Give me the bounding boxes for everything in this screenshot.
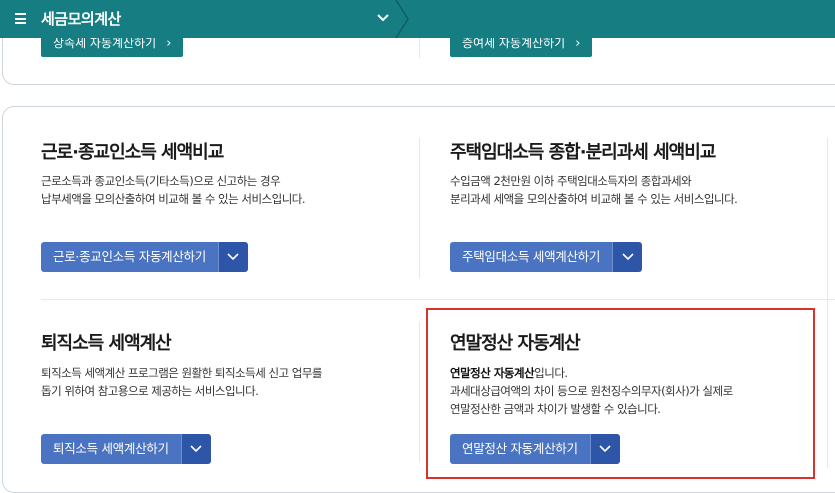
desc-line: 돕기 위하여 참고용으로 제공하는 서비스입니다.: [41, 384, 259, 398]
button-label[interactable]: 주택임대소득 세액계산하기: [450, 242, 613, 272]
desc-line: 수입금액 2천만원 이하 주택임대소득자의 종합과세와: [450, 174, 692, 188]
row-divider: [41, 299, 835, 300]
retirement-calc-button[interactable]: 퇴직소득 세액계산하기: [41, 434, 211, 464]
chevron-down-icon: [190, 445, 202, 453]
section-desc-housing-rental: 수입금액 2천만원 이하 주택임대소득자의 종합과세와 분리과세 세액을 모의산…: [450, 172, 738, 208]
section-desc-retirement: 퇴직소득 세액계산 프로그램은 원활한 퇴직소득세 신고 업무를 돕기 위하여 …: [41, 364, 323, 400]
desc-line: 퇴직소득 세액계산 프로그램은 원활한 퇴직소득세 신고 업무를: [41, 366, 323, 380]
dropdown-toggle[interactable]: [217, 242, 248, 272]
button-label[interactable]: 근로·종교인소득 자동계산하기: [41, 242, 218, 272]
housing-rental-calc-button[interactable]: 주택임대소득 세액계산하기: [450, 242, 643, 272]
inheritance-tax-label: 상속세 자동계산하기: [53, 36, 157, 50]
gift-tax-label: 증여세 자동계산하기: [462, 36, 566, 50]
section-title-housing-rental: 주택임대소득 종합·분리과세 세액비교: [450, 142, 716, 163]
desc-line: 납부세액을 모의산출하여 비교해 볼 수 있는 서비스입니다.: [41, 192, 306, 206]
hamburger-menu-icon[interactable]: [15, 13, 26, 24]
page-title: 세금모의계산: [41, 10, 121, 28]
column-divider: [827, 138, 828, 468]
desc-line: 분리과세 세액을 모의산출하여 비교해 볼 수 있는 서비스입니다.: [450, 192, 738, 206]
chevron-down-icon: [622, 253, 634, 261]
section-title-retirement: 퇴직소득 세액계산: [41, 333, 172, 354]
labor-religious-calc-button[interactable]: 근로·종교인소득 자동계산하기: [41, 242, 248, 272]
dropdown-toggle[interactable]: [612, 242, 643, 272]
chevron-down-icon: [227, 253, 240, 261]
highlight-box: [426, 308, 815, 479]
chevron-down-icon[interactable]: [376, 11, 390, 25]
desc-line: 근로소득과 종교인소득(기타소득)으로 신고하는 경우: [41, 174, 281, 188]
breadcrumb-divider-icon: [395, 0, 409, 38]
column-divider: [419, 138, 420, 278]
section-title-labor-religious: 근로·종교인소득 세액비교: [41, 142, 224, 163]
dropdown-toggle[interactable]: [180, 434, 211, 464]
column-divider: [419, 322, 420, 462]
top-nav-bar: 세금모의계산: [0, 0, 835, 38]
section-desc-labor-religious: 근로소득과 종교인소득(기타소득)으로 신고하는 경우 납부세액을 모의산출하여…: [41, 172, 306, 208]
button-label[interactable]: 퇴직소득 세액계산하기: [41, 434, 181, 464]
